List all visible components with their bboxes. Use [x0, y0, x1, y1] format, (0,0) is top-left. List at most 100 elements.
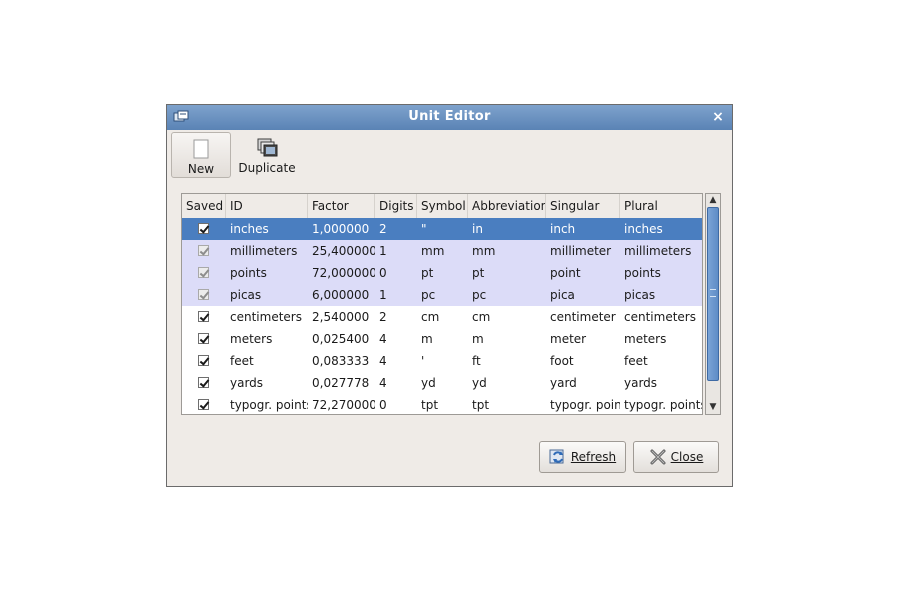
abbreviation-cell: tpt	[472, 398, 490, 412]
saved-cell	[182, 372, 226, 394]
digits-cell: 1	[379, 288, 387, 302]
close-button[interactable]: Close	[633, 441, 719, 473]
close-x-icon	[649, 448, 667, 466]
table-row[interactable]: yards 0,027778 4 yd yd yard yards	[182, 372, 702, 394]
id-cell: inches	[230, 222, 269, 236]
factor-cell: 72,000000	[312, 266, 375, 280]
new-button[interactable]: New	[171, 132, 231, 178]
singular-cell: pica	[550, 288, 575, 302]
scroll-up-icon[interactable]: ▲	[706, 194, 720, 207]
saved-cell	[182, 218, 226, 240]
table-row[interactable]: typogr. points 72,270000 0 tpt tpt typog…	[182, 394, 703, 414]
symbol-cell: pt	[421, 266, 434, 280]
id-cell: feet	[230, 354, 254, 368]
column-header-singular[interactable]: Singular	[546, 194, 620, 218]
id-cell: yards	[230, 376, 264, 390]
digits-cell: 2	[379, 222, 387, 236]
units-table: Saved ID Factor Digits Symbol Abbreviati…	[181, 193, 703, 415]
plural-cell: inches	[624, 222, 663, 236]
column-header-digits[interactable]: Digits	[375, 194, 417, 218]
singular-cell: inch	[550, 222, 576, 236]
id-cell: picas	[230, 288, 262, 302]
column-header-plural[interactable]: Plural	[620, 194, 702, 218]
abbreviation-cell: pc	[472, 288, 487, 302]
new-button-label: New	[187, 162, 215, 176]
factor-cell: 0,025400	[312, 332, 370, 346]
refresh-button[interactable]: Refresh	[539, 441, 626, 473]
column-header-saved[interactable]: Saved	[182, 194, 226, 218]
titlebar[interactable]: Unit Editor ×	[167, 105, 732, 130]
table-body: inches 1,000000 2 " in inch inches milli…	[182, 218, 703, 414]
saved-cell	[182, 284, 226, 306]
plural-cell: millimeters	[624, 244, 692, 258]
scroll-down-icon[interactable]: ▼	[706, 401, 720, 414]
plural-cell: points	[624, 266, 661, 280]
scrollbar-grip-icon	[710, 289, 716, 297]
saved-cell	[182, 262, 226, 284]
saved-cell	[182, 240, 226, 262]
refresh-button-label: Refresh	[570, 450, 617, 464]
factor-cell: 1,000000	[312, 222, 370, 236]
column-header-id[interactable]: ID	[226, 194, 308, 218]
digits-cell: 0	[379, 398, 387, 412]
column-header-factor[interactable]: Factor	[308, 194, 375, 218]
saved-cell	[182, 350, 226, 372]
vertical-scrollbar[interactable]: ▲ ▼	[705, 193, 721, 415]
factor-cell: 2,540000	[312, 310, 370, 324]
scrollbar-thumb[interactable]	[707, 207, 719, 381]
symbol-cell: "	[421, 222, 427, 236]
saved-checkbox[interactable]	[198, 355, 209, 366]
plural-cell: feet	[624, 354, 648, 368]
digits-cell: 4	[379, 332, 387, 346]
saved-checkbox[interactable]	[198, 311, 209, 322]
column-header-abbreviation[interactable]: Abbreviation	[468, 194, 546, 218]
saved-checkbox[interactable]	[198, 223, 209, 234]
id-cell: points	[230, 266, 267, 280]
abbreviation-cell: yd	[472, 376, 487, 390]
window-title: Unit Editor	[408, 109, 491, 124]
refresh-icon	[549, 448, 567, 466]
plural-cell: picas	[624, 288, 656, 302]
plural-cell: typogr. points	[624, 398, 703, 412]
id-cell: millimeters	[230, 244, 298, 258]
close-icon[interactable]: ×	[710, 109, 726, 125]
saved-cell	[182, 328, 226, 350]
plural-cell: meters	[624, 332, 667, 346]
table-row[interactable]: centimeters 2,540000 2 cm cm centimeter …	[182, 306, 702, 328]
abbreviation-cell: cm	[472, 310, 491, 324]
saved-checkbox[interactable]	[198, 377, 209, 388]
duplicate-button-label: Duplicate	[238, 161, 296, 175]
column-header-symbol[interactable]: Symbol	[417, 194, 468, 218]
close-button-label: Close	[670, 450, 704, 464]
table-row[interactable]: picas 6,000000 1 pc pc pica picas	[182, 284, 702, 306]
digits-cell: 2	[379, 310, 387, 324]
singular-cell: meter	[550, 332, 587, 346]
new-document-icon	[190, 138, 212, 160]
singular-cell: typogr. point	[550, 398, 620, 412]
digits-cell: 1	[379, 244, 387, 258]
singular-cell: yard	[550, 376, 577, 390]
table-row[interactable]: millimeters 25,400000 1 mm mm millimeter…	[182, 240, 702, 262]
saved-checkbox[interactable]	[198, 333, 209, 344]
table-row[interactable]: points 72,000000 0 pt pt point points	[182, 262, 702, 284]
table-row[interactable]: feet 0,083333 4 ' ft foot feet	[182, 350, 702, 372]
table-row[interactable]: meters 0,025400 4 m m meter meters	[182, 328, 702, 350]
abbreviation-cell: m	[472, 332, 484, 346]
saved-checkbox[interactable]	[198, 399, 209, 410]
factor-cell: 6,000000	[312, 288, 370, 302]
singular-cell: millimeter	[550, 244, 612, 258]
abbreviation-cell: pt	[472, 266, 485, 280]
symbol-cell: m	[421, 332, 433, 346]
duplicate-icon	[256, 137, 278, 159]
saved-checkbox	[198, 289, 209, 300]
id-cell: typogr. points	[230, 398, 308, 412]
id-cell: meters	[230, 332, 273, 346]
table-row[interactable]: inches 1,000000 2 " in inch inches	[182, 218, 702, 240]
factor-cell: 0,083333	[312, 354, 370, 368]
abbreviation-cell: ft	[472, 354, 481, 368]
table-header: Saved ID Factor Digits Symbol Abbreviati…	[182, 194, 702, 219]
duplicate-button[interactable]: Duplicate	[234, 132, 300, 178]
abbreviation-cell: in	[472, 222, 483, 236]
abbreviation-cell: mm	[472, 244, 496, 258]
saved-cell	[182, 394, 226, 414]
